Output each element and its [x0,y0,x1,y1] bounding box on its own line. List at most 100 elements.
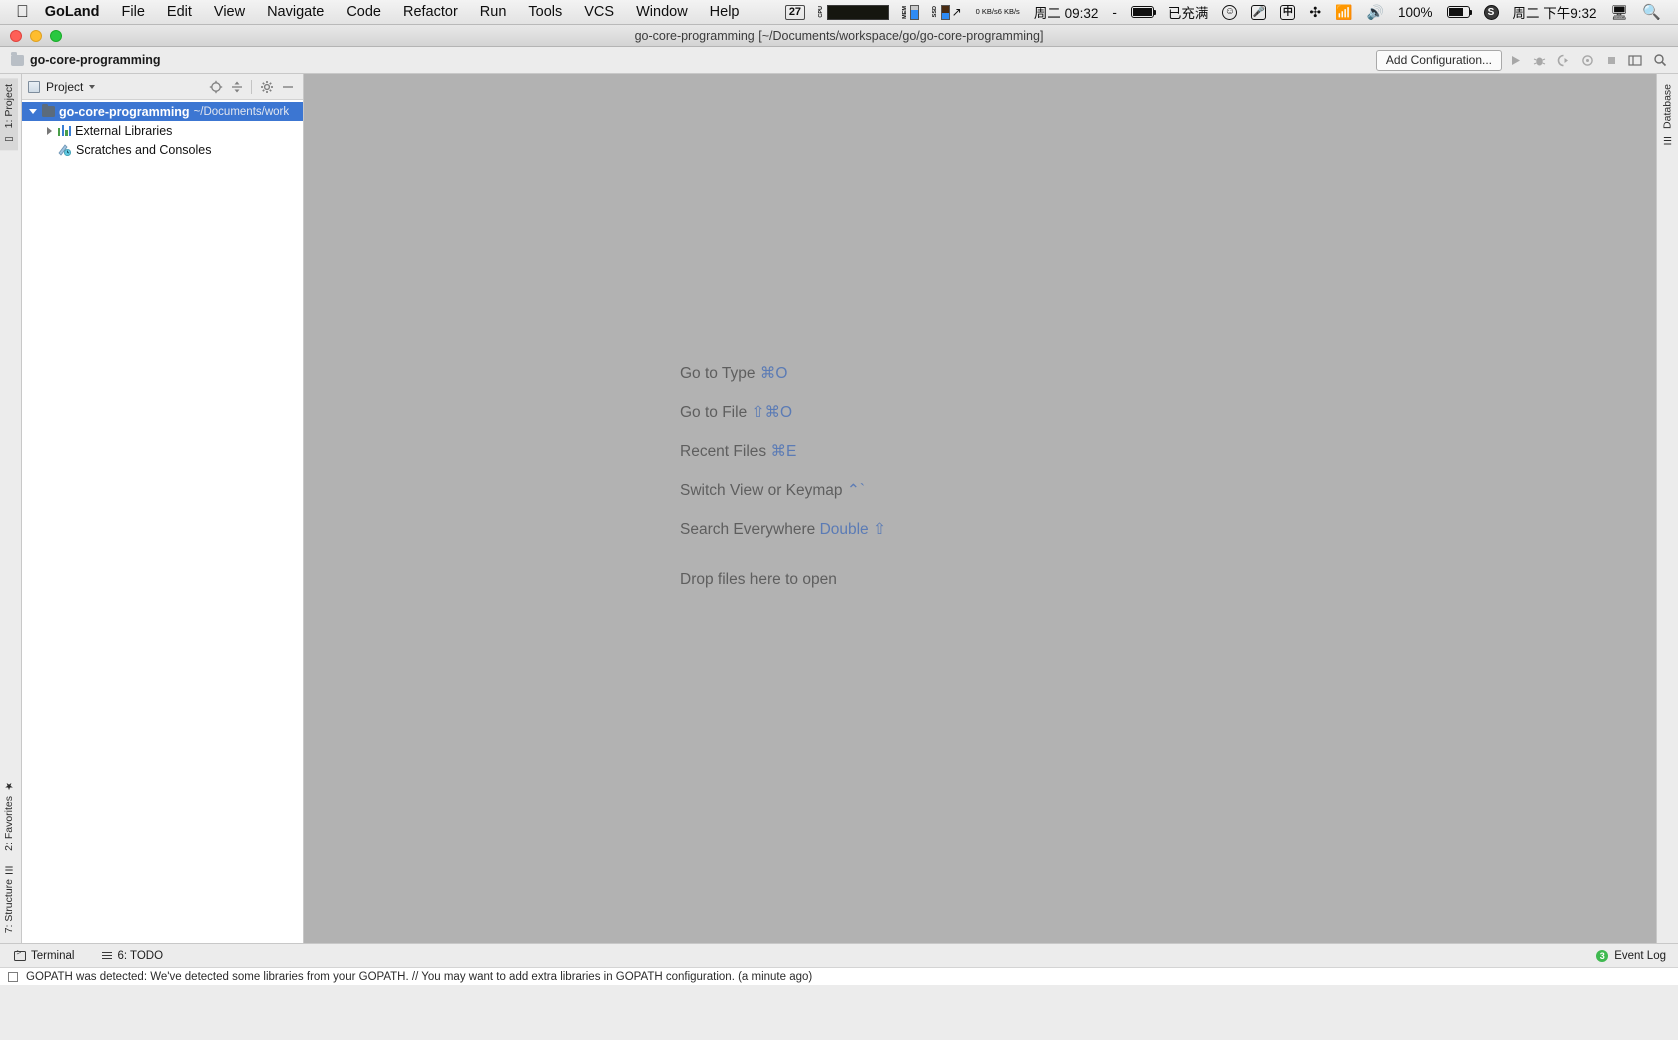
stop-icon[interactable] [1601,50,1622,71]
tree-node-external-libraries[interactable]: External Libraries [22,121,303,140]
notification-text: GOPATH was detected: We've detected some… [26,970,813,983]
project-panel-toolbar [206,77,297,96]
editor-empty-area[interactable]: Go to Type ⌘O Go to File ⇧⌘O Recent File… [304,74,1656,943]
apple-icon[interactable]:  [16,3,29,20]
input-method-icon[interactable]: 中 [1273,4,1302,20]
tip-label: Go to Type [680,365,760,382]
editor-tips-list: Go to Type ⌘O Go to File ⇧⌘O Recent File… [680,364,886,589]
menu-item-goland[interactable]: GoLand [41,4,111,20]
folder-icon [42,103,55,117]
tree-node-project-root[interactable]: go-core-programming ~/Documents/work [22,102,303,121]
toolbar-divider [251,79,252,94]
menu-item-code[interactable]: Code [335,4,392,20]
tip-go-to-type: Go to Type ⌘O [680,364,886,383]
menu-item-run[interactable]: Run [469,4,518,20]
battery-charging-icon[interactable] [1440,6,1477,18]
libraries-icon [58,125,72,136]
expand-arrow-icon[interactable] [28,109,38,114]
menu-bar-clock-left[interactable]: 周二 09:32 [1027,2,1106,22]
cpu-monitor-icon[interactable]: CPU [812,4,896,20]
tree-node-path: ~/Documents/work [193,105,290,118]
sidebar-item-favorites[interactable]: 2: Favorites ★ [0,774,18,857]
separator-dash: - [1112,4,1117,20]
wifi-icon[interactable]: 📶 [1328,4,1359,21]
bottom-item-terminal[interactable]: Terminal [0,948,88,962]
locate-icon[interactable] [206,77,225,96]
battery-percent-label[interactable]: 100% [1391,5,1440,20]
notification-checkbox[interactable] [8,971,18,982]
sidebar-item-structure-label: 7: Structure [3,878,15,933]
tip-label: Switch View or Keymap [680,482,847,499]
notification-strip[interactable]: GOPATH was detected: We've detected some… [0,967,1678,985]
status-bar-right: 3 Event Log [1596,949,1678,962]
run-toolbar: Add Configuration... [1375,49,1678,71]
todo-icon [102,951,113,960]
right-tool-window-rail: ☰ Database [1656,74,1678,943]
select-opened-file-icon[interactable] [1625,50,1646,71]
network-speed-indicator[interactable]: 0 KB/s 6 KB/s [969,7,1027,17]
menu-item-refactor[interactable]: Refactor [392,4,469,20]
ide-main-body: ▭ 1: Project 2: Favorites ★ 7: Structure… [0,74,1678,943]
spotlight-search-icon[interactable]: 🔍 [1635,3,1668,21]
navigation-bar: go-core-programming Add Configuration... [0,47,1678,74]
tip-recent-files: Recent Files ⌘E [680,442,886,461]
bottom-item-todo[interactable]: 6: TODO [88,950,177,962]
project-panel-title: Project [46,79,84,94]
menu-item-tools[interactable]: Tools [517,4,573,20]
run-with-coverage-icon[interactable] [1553,50,1574,71]
debug-icon[interactable] [1529,50,1550,71]
menu-item-window[interactable]: Window [625,4,699,20]
menu-item-help[interactable]: Help [699,4,751,20]
collapse-all-icon[interactable] [227,77,246,96]
project-panel-header: Project [22,74,303,100]
menu-item-vcs[interactable]: VCS [573,4,625,20]
tip-label: Go to File [680,404,752,421]
menu-item-edit[interactable]: Edit [156,4,203,20]
battery-status-label[interactable]: 已充满 [1161,2,1216,22]
menu-item-navigate[interactable]: Navigate [256,4,335,20]
breadcrumb[interactable]: go-core-programming [11,52,161,67]
menu-item-file[interactable]: File [111,4,156,20]
sidebar-item-project[interactable]: ▭ 1: Project [0,78,18,151]
airplay-icon[interactable]: 🖥 [1604,4,1636,21]
tip-shortcut: ⌘O [759,365,788,382]
tip-shortcut: Double ⇧ [819,521,886,538]
goland-window-root:  GoLand File Edit View Navigate Code Re… [0,0,1678,1040]
microphone-icon[interactable]: 🎤 [1244,4,1273,20]
tree-node-label: External Libraries [75,123,173,138]
run-icon[interactable] [1505,50,1526,71]
menu-item-view[interactable]: View [203,4,256,20]
sogou-input-icon[interactable]: S [1477,4,1506,20]
star-icon: ★ [3,779,15,791]
calendar-day-icon[interactable]: 27 [778,4,812,20]
sidebar-item-structure[interactable]: 7: Structure ☰ [0,857,18,939]
sidebar-item-database[interactable]: ☰ Database [1657,78,1678,151]
ide-window: go-core-programming [~/Documents/workspa… [0,25,1678,1040]
event-log-label[interactable]: Event Log [1614,950,1666,962]
folder-icon [11,52,24,66]
profile-icon[interactable] [1577,50,1598,71]
left-tool-window-rail: ▭ 1: Project 2: Favorites ★ 7: Structure… [0,74,22,943]
sidebar-item-favorites-label: 2: Favorites [3,795,15,851]
add-configuration-button[interactable]: Add Configuration... [1375,49,1502,71]
tip-go-to-file: Go to File ⇧⌘O [680,403,886,422]
smiley-icon[interactable]: ☺ [1215,4,1244,20]
tree-node-scratches-consoles[interactable]: Scratches and Consoles [22,140,303,159]
menu-bar-clock-right[interactable]: 周二 下午9:32 [1506,2,1604,22]
expand-arrow-icon[interactable] [44,126,54,135]
hide-icon[interactable] [278,77,297,96]
status-tool-bar: Terminal 6: TODO 3 Event Log [0,943,1678,967]
structure-icon: ☰ [3,862,15,874]
ssd-monitor-icon[interactable]: SSD ↗ [926,4,969,20]
memory-monitor-icon[interactable]: MEM [896,4,927,20]
chevron-down-icon[interactable] [89,84,96,89]
menu-bar-status-area: 27 CPU MEM SSD ↗ 0 KB/s 6 KB/s 周二 09:32 … [778,2,1678,22]
settings-gear-icon[interactable] [257,77,276,96]
volume-icon[interactable]: 🔊 [1360,4,1391,21]
search-everywhere-icon[interactable] [1649,50,1670,71]
scratches-icon [58,143,72,156]
airdrop-icon[interactable]: ✣ [1302,4,1328,21]
battery-icon[interactable] [1124,6,1161,18]
tip-search-everywhere: Search Everywhere Double ⇧ [680,520,886,539]
project-tree: go-core-programming ~/Documents/work Ext… [22,100,303,159]
